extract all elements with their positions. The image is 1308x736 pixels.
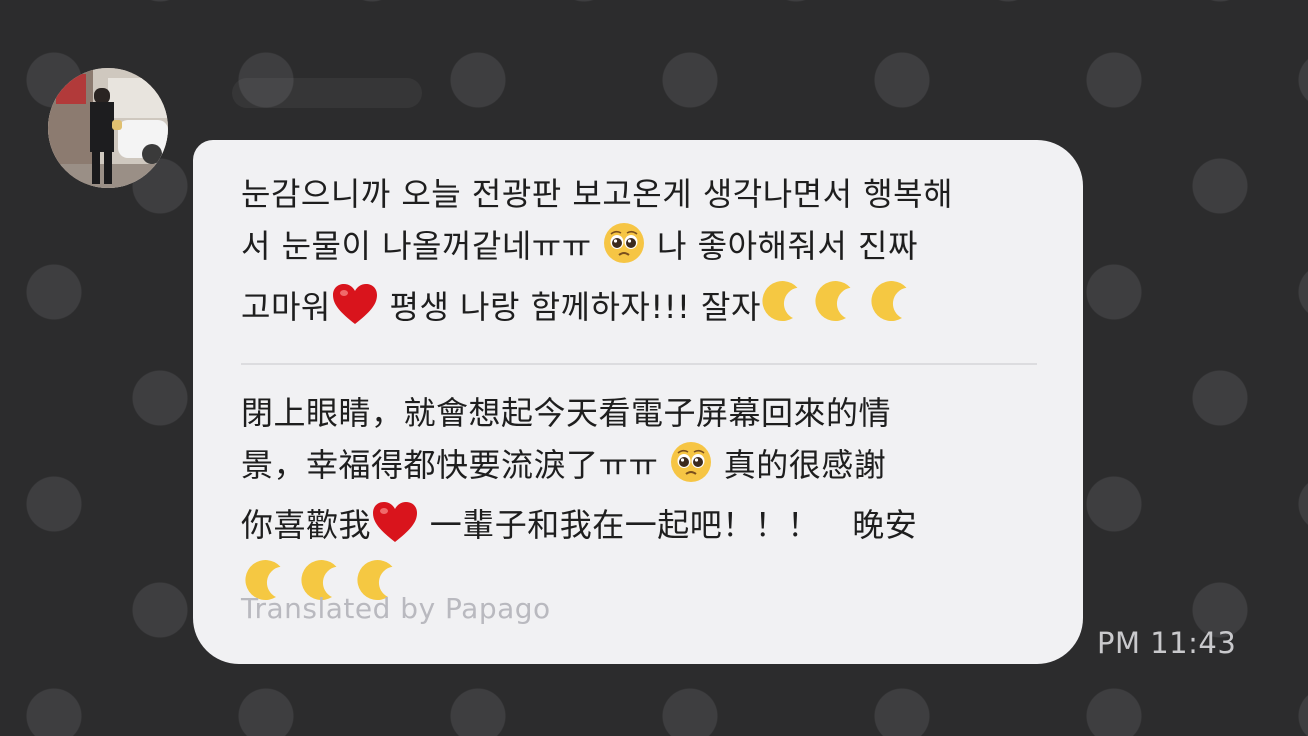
- crescent-moon-icon: [811, 280, 867, 341]
- original-line: 서 눈물이 나올꺼같네ㅠㅠ 나 좋아해줘서 진짜: [241, 220, 1041, 280]
- message-text: 평생 나랑 함께하자!!! 잘자: [378, 288, 761, 326]
- original-message: 눈감으니까 오늘 전광판 보고온게 생각나면서 행복해 서 눈물이 나올꺼같네ㅠ…: [241, 168, 1041, 341]
- pleading-face-icon: [669, 440, 713, 499]
- avatar[interactable]: [48, 68, 168, 188]
- red-heart-icon: [371, 500, 419, 559]
- translated-line: 你喜歡我 一輩子和我在一起吧！！！ 晚安: [241, 499, 1041, 559]
- translation-divider: [241, 363, 1037, 365]
- message-text: 서 눈물이 나올꺼같네ㅠㅠ: [241, 227, 603, 265]
- message-text: 你喜歡我: [241, 506, 372, 544]
- message-text: 真的很感謝: [713, 446, 887, 484]
- crescent-moon-icon: [761, 280, 811, 341]
- message-text: 고마워: [241, 288, 331, 326]
- crescent-moon-icon: [867, 280, 923, 341]
- message-text: 눈감으니까 오늘 전광판 보고온게 생각나면서 행복해: [241, 175, 954, 213]
- message-timestamp: PM 11:43: [1097, 626, 1237, 660]
- avatar-photo: [48, 68, 168, 188]
- original-line: 눈감으니까 오늘 전광판 보고온게 생각나면서 행복해: [241, 168, 1041, 220]
- translated-line: 景，幸福得都快要流淚了ㅠㅠ 真的很感謝: [241, 439, 1041, 499]
- translated-message: 閉上眼睛，就會想起今天看電子屏幕回來的情 景，幸福得都快要流淚了ㅠㅠ 真的很感謝…: [241, 387, 1041, 620]
- message-text: 一輩子和我在一起吧！！！ 晚安: [419, 506, 918, 544]
- message-text: 景，幸福得都快要流淚了ㅠㅠ: [241, 446, 670, 484]
- red-heart-icon: [331, 282, 379, 341]
- translated-line: 閉上眼睛，就會想起今天看電子屏幕回來的情: [241, 387, 1041, 439]
- message-bubble[interactable]: 눈감으니까 오늘 전광판 보고온게 생각나면서 행복해 서 눈물이 나올꺼같네ㅠ…: [193, 140, 1083, 664]
- pleading-face-icon: [602, 221, 646, 280]
- sender-name-blurred: [232, 78, 422, 108]
- message-text: 나 좋아해줘서 진짜: [646, 227, 918, 265]
- original-line: 고마워 평생 나랑 함께하자!!! 잘자: [241, 280, 1041, 341]
- translated-by-label[interactable]: Translated by Papago: [241, 592, 551, 625]
- message-text: 閉上眼睛，就會想起今天看電子屏幕回來的情: [241, 394, 892, 432]
